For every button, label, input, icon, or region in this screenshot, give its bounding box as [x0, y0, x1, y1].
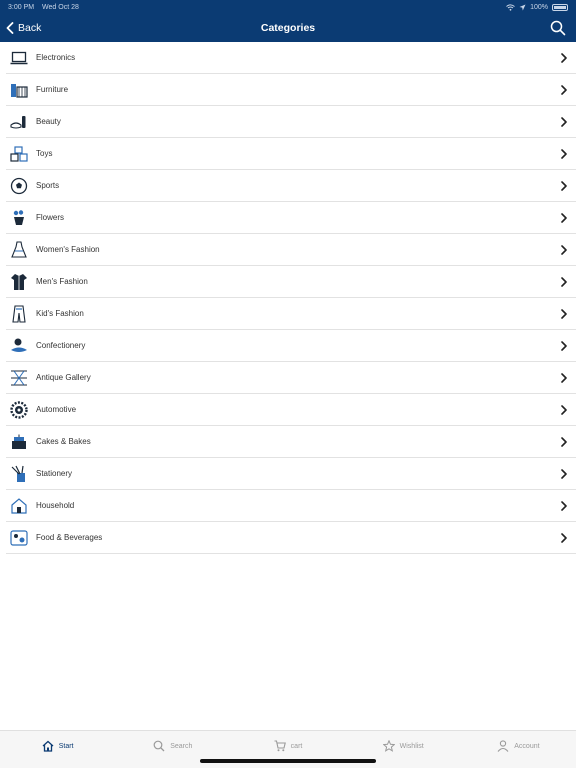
tab-label: Wishlist [399, 742, 424, 750]
status-bar: 3:00 PM Wed Oct 28 100% [0, 0, 576, 14]
category-label: Furniture [36, 85, 69, 94]
chevron-right-icon [561, 84, 567, 95]
battery-percent: 100% [530, 3, 548, 11]
home-icon [42, 740, 54, 752]
chevron-right-icon [561, 532, 567, 543]
chevron-right-icon [561, 436, 567, 447]
chevron-right-icon [561, 340, 567, 351]
chevron-right-icon [561, 468, 567, 479]
wifi-icon [506, 3, 515, 11]
chevron-left-icon [6, 22, 14, 34]
tab-cart[interactable]: cart [230, 740, 345, 759]
soccer-ball-icon [10, 177, 28, 195]
category-label: Women's Fashion [36, 245, 100, 254]
category-label: Cakes & Bakes [36, 437, 91, 446]
house-icon [10, 497, 28, 515]
shirt-icon [10, 273, 28, 291]
food-icon [10, 529, 28, 547]
laptop-icon [10, 49, 28, 67]
tab-wishlist[interactable]: Wishlist [346, 740, 461, 759]
status-date: Wed Oct 28 [42, 3, 79, 11]
tab-label: Start [58, 742, 74, 750]
category-label: Household [36, 501, 75, 510]
category-list: Electronics Furniture Beauty Toys Sports [6, 42, 576, 554]
status-time: 3:00 PM [8, 3, 35, 11]
category-row-beauty[interactable]: Beauty [6, 106, 576, 138]
pencil-cup-icon [10, 465, 28, 483]
location-icon [519, 4, 526, 10]
category-row-flowers[interactable]: Flowers [6, 202, 576, 234]
category-row-confectionery[interactable]: Confectionery [6, 330, 576, 362]
tab-start[interactable]: Start [0, 740, 115, 759]
category-label: Automotive [36, 405, 77, 414]
category-row-furniture[interactable]: Furniture [6, 74, 576, 106]
category-row-antique-gallery[interactable]: Antique Gallery [6, 362, 576, 394]
category-label: Toys [36, 149, 53, 158]
category-row-electronics[interactable]: Electronics [6, 42, 576, 74]
category-label: Flowers [36, 213, 65, 222]
battery-icon [552, 3, 568, 11]
toy-blocks-icon [10, 145, 28, 163]
category-row-sports[interactable]: Sports [6, 170, 576, 202]
search-icon [153, 740, 165, 752]
search-icon[interactable] [550, 20, 566, 36]
antique-icon [10, 369, 28, 387]
chevron-right-icon [561, 308, 567, 319]
tab-account[interactable]: Account [461, 740, 576, 759]
tab-label: Search [170, 742, 193, 750]
person-icon [497, 740, 509, 752]
star-icon [382, 740, 395, 752]
candy-icon [10, 337, 28, 355]
category-label: Beauty [36, 117, 61, 126]
category-row-womens-fashion[interactable]: Women's Fashion [6, 234, 576, 266]
chevron-right-icon [561, 244, 567, 255]
cake-icon [10, 433, 28, 451]
page-title: Categories [260, 22, 316, 34]
category-row-household[interactable]: Household [6, 490, 576, 522]
chevron-right-icon [561, 404, 567, 415]
tab-search[interactable]: Search [115, 740, 230, 759]
category-row-food-beverages[interactable]: Food & Beverages [6, 522, 576, 554]
back-button[interactable]: Back [6, 18, 41, 38]
furniture-icon [10, 81, 28, 99]
flowers-icon [10, 209, 28, 227]
category-label: Electronics [36, 53, 76, 62]
category-label: Men's Fashion [36, 277, 88, 286]
chevron-right-icon [561, 180, 567, 191]
category-label: Antique Gallery [36, 373, 91, 382]
chevron-right-icon [561, 276, 567, 287]
category-label: Food & Beverages [36, 533, 103, 542]
category-label: Confectionery [36, 341, 86, 350]
status-left: 3:00 PM Wed Oct 28 [8, 4, 85, 11]
chevron-right-icon [561, 148, 567, 159]
tab-label: cart [290, 742, 303, 750]
beauty-icon [10, 113, 28, 131]
cart-icon [274, 740, 286, 752]
dress-icon [10, 240, 28, 259]
home-indicator [200, 759, 376, 763]
category-label: Kid's Fashion [36, 309, 84, 318]
category-row-automotive[interactable]: Automotive [6, 394, 576, 426]
category-row-cakes-bakes[interactable]: Cakes & Bakes [6, 426, 576, 458]
status-right: 100% [506, 3, 568, 11]
chevron-right-icon [561, 500, 567, 511]
category-label: Sports [36, 181, 60, 190]
chevron-right-icon [561, 372, 567, 383]
kids-clothes-icon [10, 304, 28, 323]
navigation-bar: Back Categories [0, 14, 576, 42]
chevron-right-icon [561, 52, 567, 63]
chevron-right-icon [561, 116, 567, 127]
chevron-right-icon [561, 212, 567, 223]
category-row-mens-fashion[interactable]: Men's Fashion [6, 266, 576, 298]
gear-wheel-icon [10, 400, 28, 419]
category-row-toys[interactable]: Toys [6, 138, 576, 170]
tab-label: Account [514, 742, 540, 750]
category-row-kids-fashion[interactable]: Kid's Fashion [6, 298, 576, 330]
category-label: Stationery [36, 469, 73, 478]
category-row-stationery[interactable]: Stationery [6, 458, 576, 490]
back-label: Back [18, 22, 42, 34]
